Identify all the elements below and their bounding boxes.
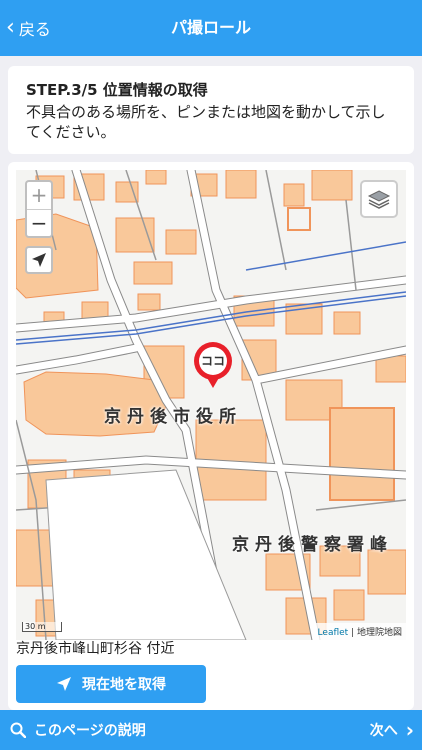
locate-me-button[interactable] bbox=[25, 246, 53, 274]
map-attribution: Leaflet | 地理院地図 bbox=[313, 623, 406, 640]
get-current-location-label: 現在地を取得 bbox=[82, 677, 166, 693]
zoom-out-button[interactable]: − bbox=[27, 209, 51, 236]
pin-label: ココ bbox=[199, 347, 227, 375]
location-pin[interactable]: ココ bbox=[194, 342, 232, 390]
search-icon bbox=[10, 722, 26, 738]
next-label: 次へ bbox=[369, 723, 398, 739]
map-scale: 30 m bbox=[22, 622, 62, 632]
police-label: 京丹後警察署峰 bbox=[232, 535, 393, 555]
get-current-location-button[interactable]: 現在地を取得 bbox=[16, 665, 206, 703]
nav-bar: ‹ 戻る パ撮ロール bbox=[0, 0, 422, 56]
zoom-control: + − bbox=[25, 180, 53, 238]
step-title: STEP.3/5 位置情報の取得 bbox=[26, 81, 208, 99]
pin-tip bbox=[206, 376, 220, 388]
step-description: 不具合のある場所を、ピンまたは地図を動かして示してください。 bbox=[26, 103, 386, 141]
address-text: 京丹後市峰山町杉谷 付近 bbox=[16, 641, 175, 657]
page-help-label: このページの説明 bbox=[34, 723, 146, 739]
map-card: 京丹後市役所 京丹後警察署峰 + − ココ 30 m Leaflet | 地理院… bbox=[8, 162, 414, 710]
back-label: 戻る bbox=[18, 20, 51, 39]
bottom-bar: このページの説明 次へ › bbox=[0, 710, 422, 750]
navigation-arrow-icon bbox=[57, 677, 71, 691]
leaflet-link[interactable]: Leaflet bbox=[318, 628, 349, 638]
layers-button[interactable] bbox=[360, 180, 398, 218]
zoom-in-button[interactable]: + bbox=[27, 182, 51, 209]
chevron-left-icon: ‹ bbox=[6, 15, 15, 40]
city-hall-label: 京丹後市役所 bbox=[104, 407, 242, 427]
layers-icon bbox=[367, 190, 391, 209]
map[interactable]: 京丹後市役所 京丹後警察署峰 + − ココ 30 m Leaflet | 地理院… bbox=[16, 170, 406, 640]
locate-arrow-icon bbox=[32, 253, 46, 267]
back-button[interactable]: ‹ 戻る bbox=[6, 0, 51, 56]
chevron-right-icon: › bbox=[405, 718, 414, 742]
page-help-button[interactable]: このページの説明 bbox=[10, 710, 146, 750]
step-card: STEP.3/5 位置情報の取得 不具合のある場所を、ピンまたは地図を動かして示… bbox=[8, 66, 414, 154]
page-title: パ撮ロール bbox=[170, 18, 251, 37]
gsi-attribution[interactable]: 地理院地図 bbox=[357, 628, 402, 638]
next-button[interactable]: 次へ › bbox=[370, 710, 414, 750]
